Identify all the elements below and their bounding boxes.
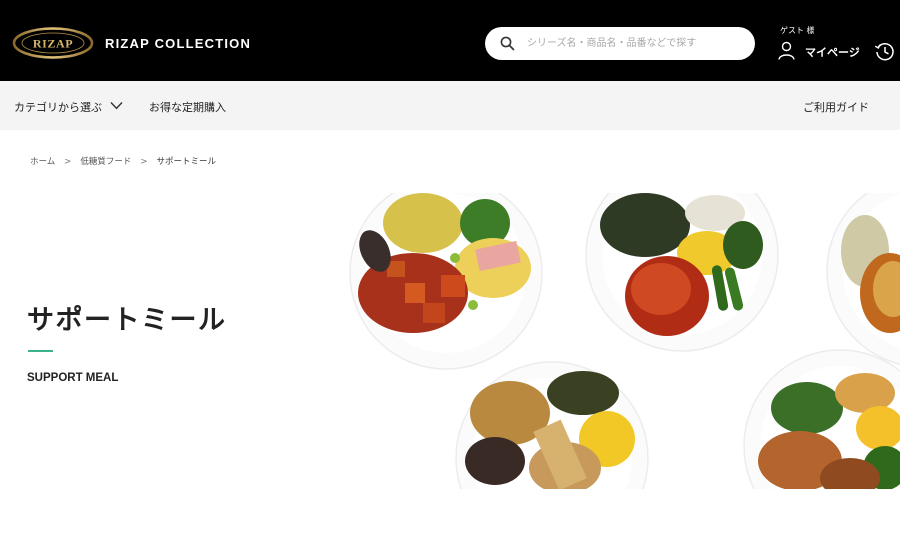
- meal-plate-3: [826, 193, 900, 365]
- rizap-logo[interactable]: RIZAP: [12, 26, 94, 60]
- subscription-link[interactable]: お得な定期購入: [149, 99, 226, 115]
- breadcrumb-low-carb[interactable]: 低糖質フード: [80, 155, 131, 167]
- chevron-down-icon[interactable]: [110, 101, 123, 110]
- category-menu[interactable]: カテゴリから選ぶ: [14, 99, 102, 115]
- meal-plate-1: [349, 193, 543, 370]
- page-title: サポートミール: [27, 305, 227, 336]
- meal-plate-2: [585, 193, 779, 352]
- guide-link[interactable]: ご利用ガイド: [803, 99, 869, 115]
- breadcrumb-separator: >: [140, 157, 148, 167]
- meal-plate-5: [743, 349, 900, 489]
- breadcrumb-current: サポートミール: [156, 157, 217, 167]
- site-header: RIZAP RIZAP COLLECTION ゲスト 様 マイページ: [0, 0, 900, 81]
- breadcrumb-home[interactable]: ホーム: [30, 155, 55, 167]
- guest-label: ゲスト 様: [780, 26, 815, 35]
- search-box[interactable]: [485, 27, 755, 60]
- search-icon[interactable]: [500, 36, 515, 51]
- user-icon[interactable]: [778, 41, 795, 60]
- brand-name[interactable]: RIZAP COLLECTION: [105, 36, 251, 51]
- mypage-link[interactable]: マイページ: [805, 44, 860, 60]
- search-input[interactable]: [527, 33, 742, 54]
- global-nav: カテゴリから選ぶ お得な定期購入 ご利用ガイド: [0, 81, 900, 130]
- title-accent-line: [28, 350, 53, 352]
- meal-photos: [349, 193, 900, 489]
- page-subtitle: SUPPORT MEAL: [27, 372, 119, 384]
- history-icon[interactable]: [874, 41, 895, 62]
- svg-text:RIZAP: RIZAP: [33, 37, 73, 51]
- meal-plate-4: [455, 361, 649, 489]
- breadcrumb: ホーム > 低糖質フード > サポートミール: [30, 155, 216, 167]
- breadcrumb-separator: >: [64, 157, 72, 167]
